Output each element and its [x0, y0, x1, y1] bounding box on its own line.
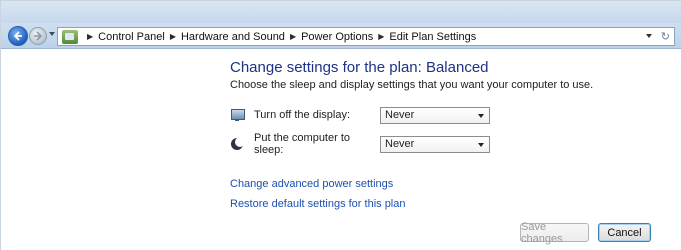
breadcrumb-control-panel[interactable]: Control Panel — [98, 31, 165, 43]
moon-icon — [230, 137, 245, 151]
control-panel-icon — [62, 29, 78, 44]
main-content: Change settings for the plan: Balanced C… — [1, 50, 681, 250]
navigation-bar: ▶ Control Panel ▶ Hardware and Sound ▶ P… — [1, 23, 681, 49]
chevron-right-icon[interactable]: ▶ — [290, 32, 296, 41]
back-arrow-icon — [13, 31, 22, 41]
monitor-icon — [230, 108, 245, 122]
display-timeout-value: Never — [385, 109, 415, 121]
recent-pages-dropdown-icon[interactable] — [49, 32, 55, 36]
chevron-down-icon — [478, 142, 484, 147]
sleep-timeout-select[interactable]: Never — [380, 135, 490, 153]
edit-plan-settings-window: ▶ Control Panel ▶ Hardware and Sound ▶ P… — [0, 0, 682, 250]
breadcrumb-hardware-and-sound[interactable]: Hardware and Sound — [181, 31, 285, 43]
chevron-right-icon[interactable]: ▶ — [87, 32, 93, 41]
breadcrumb-power-options[interactable]: Power Options — [301, 31, 373, 43]
sleep-timeout-value: Never — [385, 138, 415, 150]
display-timeout-select[interactable]: Never — [380, 106, 490, 124]
back-button[interactable] — [8, 26, 28, 46]
cancel-button[interactable]: Cancel — [598, 223, 651, 242]
address-bar[interactable]: ▶ Control Panel ▶ Hardware and Sound ▶ P… — [57, 27, 675, 46]
restore-defaults-link[interactable]: Restore default settings for this plan — [230, 198, 405, 210]
save-changes-button[interactable]: Save changes — [520, 221, 589, 245]
address-dropdown-icon[interactable] — [646, 34, 652, 38]
setting-label-sleep: Put the computer to sleep: — [254, 132, 350, 156]
chevron-right-icon[interactable]: ▶ — [378, 32, 384, 41]
chevron-right-icon[interactable]: ▶ — [170, 32, 176, 41]
forward-button[interactable] — [29, 27, 47, 45]
title-bar — [1, 1, 681, 23]
page-subtitle: Choose the sleep and display settings th… — [230, 79, 594, 91]
refresh-icon[interactable]: ↻ — [661, 30, 670, 43]
footer: Save changes Cancel — [1, 218, 681, 250]
setting-row-sleep: Put the computer to sleep: Never — [230, 132, 490, 156]
advanced-power-settings-link[interactable]: Change advanced power settings — [230, 178, 393, 190]
breadcrumb-edit-plan-settings[interactable]: Edit Plan Settings — [389, 31, 476, 43]
forward-arrow-icon — [34, 31, 43, 41]
chevron-down-icon — [478, 113, 484, 118]
setting-row-display: Turn off the display: Never — [230, 106, 490, 124]
setting-label-display: Turn off the display: — [254, 109, 350, 121]
page-title: Change settings for the plan: Balanced — [230, 59, 489, 76]
